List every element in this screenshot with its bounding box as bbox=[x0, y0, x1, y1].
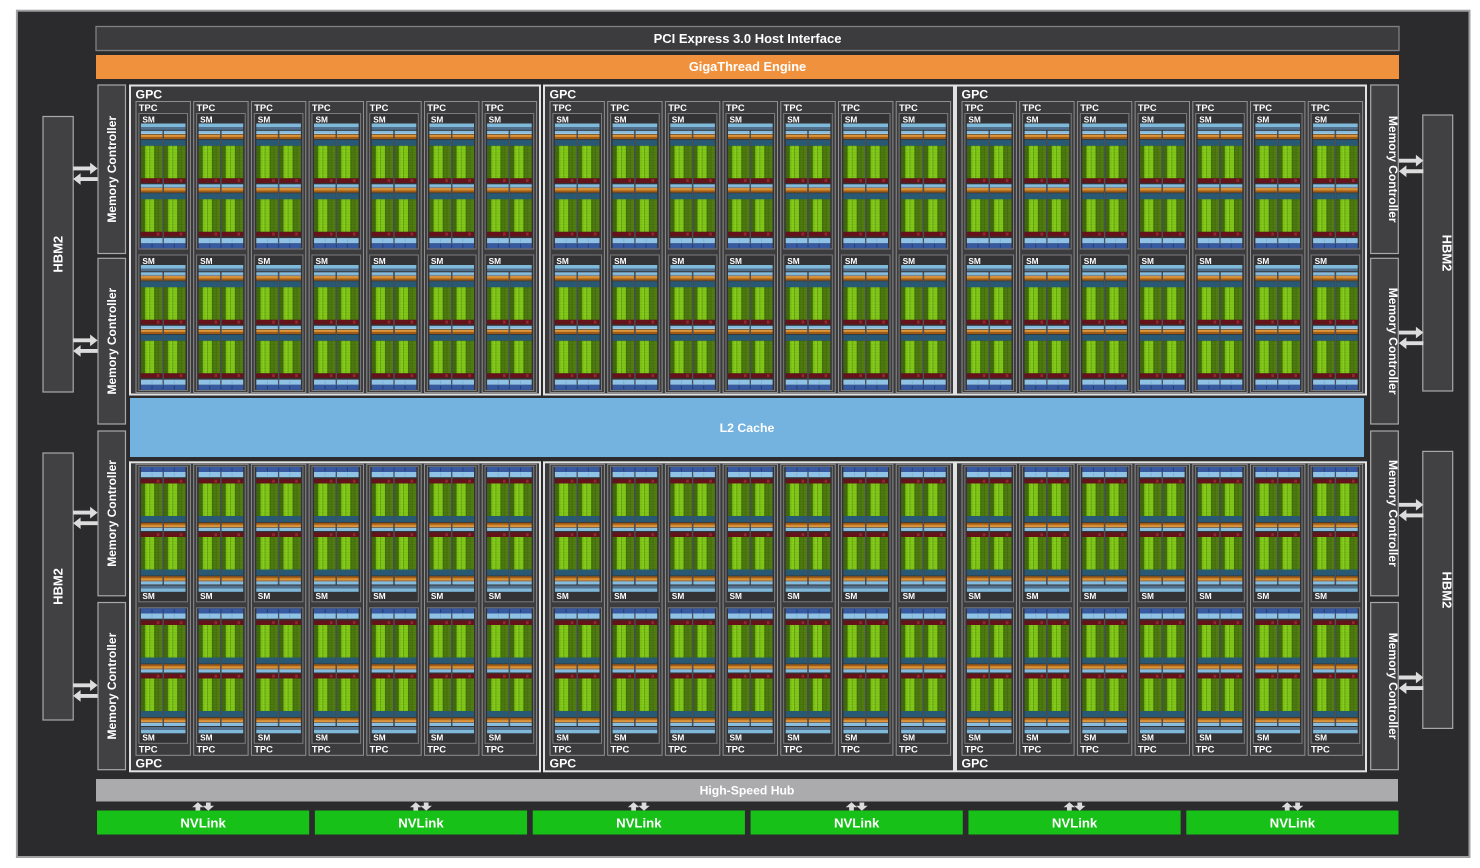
svg-text:L2 Cache: L2 Cache bbox=[720, 421, 775, 435]
svg-text:NVLink: NVLink bbox=[1270, 815, 1316, 830]
svg-text:HBM2: HBM2 bbox=[1439, 571, 1454, 608]
svg-text:Memory Controller: Memory Controller bbox=[105, 632, 119, 739]
svg-text:NVLink: NVLink bbox=[616, 815, 662, 830]
svg-text:PCI Express 3.0 Host Interface: PCI Express 3.0 Host Interface bbox=[654, 31, 842, 46]
svg-text:HBM2: HBM2 bbox=[51, 236, 66, 273]
svg-text:HBM2: HBM2 bbox=[51, 568, 66, 605]
svg-text:NVLink: NVLink bbox=[1052, 815, 1098, 830]
svg-text:Memory Controller: Memory Controller bbox=[105, 116, 119, 223]
svg-text:Memory Controller: Memory Controller bbox=[1386, 288, 1400, 395]
svg-text:High-Speed Hub: High-Speed Hub bbox=[700, 784, 795, 798]
svg-text:NVLink: NVLink bbox=[834, 815, 880, 830]
svg-text:Memory Controller: Memory Controller bbox=[1386, 633, 1400, 740]
svg-text:NVLink: NVLink bbox=[180, 815, 226, 830]
svg-text:Memory Controller: Memory Controller bbox=[105, 460, 119, 567]
svg-text:HBM2: HBM2 bbox=[1439, 235, 1454, 272]
svg-text:Memory Controller: Memory Controller bbox=[1386, 116, 1400, 223]
svg-text:Memory Controller: Memory Controller bbox=[1386, 460, 1400, 567]
svg-text:NVLink: NVLink bbox=[398, 815, 444, 830]
svg-text:Memory Controller: Memory Controller bbox=[105, 287, 119, 394]
svg-text:GigaThread Engine: GigaThread Engine bbox=[689, 59, 806, 74]
